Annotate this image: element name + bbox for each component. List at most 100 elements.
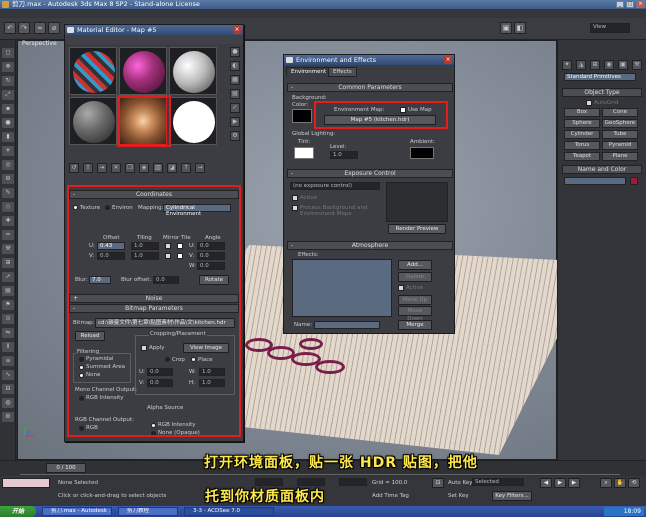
- box-button[interactable]: Box: [564, 108, 600, 117]
- view-dropdown[interactable]: View: [590, 23, 630, 33]
- torus-button[interactable]: Torus: [564, 141, 600, 150]
- teapot-button[interactable]: Teapot: [564, 152, 600, 161]
- apply-checkbox[interactable]: [141, 345, 147, 351]
- task-acdsee[interactable]: 3-3 - ACDSee 7.0: [184, 507, 274, 516]
- time-slider[interactable]: 0 / 100: [46, 463, 86, 473]
- move-tool-icon[interactable]: ✥: [2, 62, 14, 72]
- undo-icon[interactable]: ↶: [4, 22, 16, 34]
- rotate-tool-icon[interactable]: ↻: [2, 76, 14, 86]
- sample-type-icon[interactable]: ●: [230, 47, 240, 57]
- unlink-icon[interactable]: ⌀: [48, 22, 60, 34]
- view-image-button[interactable]: View Image: [183, 343, 229, 353]
- object-color-swatch[interactable]: [630, 177, 638, 185]
- link-icon[interactable]: ∞: [34, 22, 46, 34]
- move-down-button[interactable]: Move Down: [398, 306, 432, 322]
- auto-key-button[interactable]: Auto Key: [448, 480, 473, 486]
- u-tile-checkbox[interactable]: [177, 243, 183, 249]
- utilities-tab-icon[interactable]: ⚒: [632, 60, 642, 70]
- plane-button[interactable]: Plane: [602, 152, 638, 161]
- shape-tool-icon[interactable]: ◇: [2, 202, 14, 212]
- go-parent-icon[interactable]: ↑: [181, 163, 191, 173]
- mapping-dropdown[interactable]: Cylindrical Environment: [163, 204, 231, 217]
- options-icon[interactable]: ⚙: [230, 131, 240, 141]
- pyramid-button[interactable]: Pyramid: [602, 141, 638, 150]
- u-tiling-field[interactable]: 1.0: [131, 242, 159, 250]
- crop-radio[interactable]: [165, 357, 170, 362]
- environment-map-button[interactable]: Map #5 (kitchen.hdr): [324, 115, 436, 125]
- cone-button[interactable]: Cone: [602, 108, 638, 117]
- bitmap-rollup-header[interactable]: - Bitmap Parameters: [69, 304, 239, 313]
- object-name-field[interactable]: [564, 177, 626, 185]
- light-tool-icon[interactable]: ☀: [2, 146, 14, 156]
- blur-offset-field[interactable]: 0.0: [153, 276, 179, 284]
- scale-tool-icon[interactable]: ⤢: [2, 90, 14, 100]
- modify-tab-icon[interactable]: ◮: [576, 60, 586, 70]
- select-tool-icon[interactable]: ◻: [2, 48, 14, 58]
- hierarchy-tab-icon[interactable]: ⊞: [590, 60, 600, 70]
- u-mirror-checkbox[interactable]: [165, 243, 171, 249]
- alpha-none-radio[interactable]: [151, 431, 156, 436]
- sample-slot-3[interactable]: [169, 47, 217, 95]
- sphere-tool-icon[interactable]: ●: [2, 118, 14, 128]
- mono-rgb-intensity-radio[interactable]: [79, 396, 84, 401]
- material-tool-icon[interactable]: ◍: [2, 398, 14, 408]
- use-map-checkbox[interactable]: [400, 107, 406, 113]
- sample-slot-4[interactable]: [69, 97, 117, 145]
- utility-tool-icon[interactable]: ⚑: [2, 300, 14, 310]
- process-background-checkbox[interactable]: [292, 205, 298, 211]
- paint-tool-icon[interactable]: ✎: [2, 188, 14, 198]
- bitmap-path-button[interactable]: cd:\碳曼文件\第七章\贴图素材\作品\文\kitchen.hdr: [95, 318, 235, 328]
- effect-name-field[interactable]: [314, 321, 380, 329]
- render-preview-button[interactable]: Render Preview: [388, 224, 446, 234]
- pyramidal-radio[interactable]: [79, 357, 84, 362]
- v-tiling-field[interactable]: 1.0: [131, 252, 159, 260]
- level-field[interactable]: 1.0: [330, 151, 358, 159]
- rgb-output-radio[interactable]: [79, 426, 84, 431]
- atmosphere-header[interactable]: - Atmosphere: [287, 241, 453, 250]
- show-map-icon[interactable]: ◪: [167, 163, 177, 173]
- create-tab-icon[interactable]: ✦: [562, 60, 572, 70]
- backlight-icon[interactable]: ◐: [230, 61, 240, 71]
- viewport-label[interactable]: Perspective: [22, 40, 57, 47]
- reset-map-icon[interactable]: ✕: [111, 163, 121, 173]
- texture-radio[interactable]: [73, 205, 78, 210]
- get-material-icon[interactable]: ↺: [69, 163, 79, 173]
- video-check-icon[interactable]: ✓: [230, 103, 240, 113]
- place-radio[interactable]: [191, 357, 196, 362]
- sample-uv-icon[interactable]: ▤: [230, 89, 240, 99]
- next-frame-icon[interactable]: ▶: [568, 478, 580, 488]
- snap-tool-icon[interactable]: ⊙: [2, 314, 14, 324]
- motion-tab-icon[interactable]: ◉: [604, 60, 614, 70]
- put-library-icon[interactable]: ▥: [153, 163, 163, 173]
- modifier-tool-icon[interactable]: ⚙: [2, 174, 14, 184]
- key-filters-button[interactable]: Key Filters...: [492, 491, 532, 501]
- render-icon[interactable]: ▣: [500, 22, 512, 34]
- y-coordinate-field[interactable]: [297, 478, 325, 486]
- copy-material-icon[interactable]: ❐: [125, 163, 135, 173]
- tab-environment[interactable]: Environment: [286, 67, 332, 77]
- crop-v-field[interactable]: 0.0: [147, 379, 173, 387]
- object-type-header[interactable]: Object Type: [562, 88, 642, 97]
- track-bar[interactable]: [20, 474, 620, 475]
- u-offset-field[interactable]: 0.43: [97, 242, 125, 250]
- sample-slot-5-active[interactable]: [119, 97, 167, 145]
- curve-tool-icon[interactable]: ∿: [2, 370, 14, 380]
- w-angle-field[interactable]: 0.0: [197, 262, 225, 270]
- motion-tool-icon[interactable]: ➚: [2, 272, 14, 282]
- render-setup-icon[interactable]: ⚙: [2, 412, 14, 422]
- crop-u-field[interactable]: 0.0: [147, 368, 173, 376]
- sample-slot-1[interactable]: [69, 47, 117, 95]
- go-sibling-icon[interactable]: →: [195, 163, 205, 173]
- assign-material-icon[interactable]: ⇥: [97, 163, 107, 173]
- cylinder-tool-icon[interactable]: ▮: [2, 132, 14, 142]
- camera-tool-icon[interactable]: ◎: [2, 160, 14, 170]
- environ-radio[interactable]: [105, 205, 110, 210]
- lock-icon[interactable]: ⊡: [432, 478, 444, 488]
- prev-frame-icon[interactable]: ◀: [540, 478, 552, 488]
- schematic-tool-icon[interactable]: ⊟: [2, 384, 14, 394]
- task-3dsmax[interactable]: 剪刀.max - Autodesk ...: [42, 507, 112, 516]
- crop-w-field[interactable]: 1.0: [199, 368, 225, 376]
- display-tool-icon[interactable]: ▤: [2, 286, 14, 296]
- filter-none-radio[interactable]: [79, 373, 84, 378]
- crop-h-field[interactable]: 1.0: [199, 379, 225, 387]
